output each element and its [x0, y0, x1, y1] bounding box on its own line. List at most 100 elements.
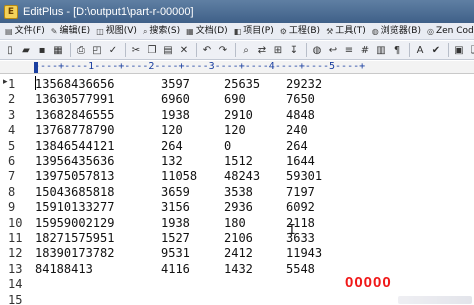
menu-item-browser[interactable]: ◍ 浏览器(B)	[369, 24, 424, 39]
up-flow-cell: 9531	[161, 246, 190, 261]
word-wrap-icon[interactable]: ↩	[326, 43, 340, 57]
goto-icon[interactable]: ↧	[287, 43, 301, 57]
phone-number-cell: 13768778790	[35, 123, 115, 138]
tools-icon: ⚒	[326, 26, 334, 36]
menu-item-label: 工具(T)	[335, 25, 366, 36]
sum-flow-cell: 7650	[286, 92, 315, 107]
save-icon[interactable]: ▪	[35, 43, 49, 57]
spell-check-icon[interactable]: ✓	[106, 43, 120, 57]
line-number: 3	[8, 107, 16, 122]
editor-area[interactable]: ▸ 1 2 3 4 5 6 7 8 9 10 11 12 13 14 15 I 13568436656 359…	[0, 75, 474, 305]
file-icon: ▤	[5, 26, 13, 36]
toolbar-separator	[235, 43, 236, 57]
menu-item-document[interactable]: ▦ 文档(D)	[183, 24, 231, 39]
cut-icon[interactable]: ✂	[129, 43, 143, 57]
up-flow-cell: 11058	[161, 169, 198, 184]
menu-item-project[interactable]: ◧ 项目(P)	[231, 24, 277, 39]
line-number-gutter: ▸ 1 2 3 4 5 6 7 8 9 10 11 12 13 14 15	[0, 75, 32, 305]
sum-flow-cell: 59301	[286, 169, 323, 184]
line-number: 2	[8, 92, 16, 107]
up-flow-cell: 6960	[161, 92, 190, 107]
open-icon[interactable]: ▰	[19, 43, 33, 57]
find-in-files-icon[interactable]: ⊞	[271, 43, 285, 57]
menu-item-label: 文档(D)	[195, 25, 228, 36]
menu-item-label: 搜索(S)	[149, 25, 181, 36]
browser-icon: ◍	[371, 26, 379, 36]
check-icon[interactable]: ✔	[429, 43, 443, 57]
sum-flow-cell: 6092	[286, 200, 315, 215]
up-flow-cell: 1938	[161, 215, 190, 230]
line-number: 14	[8, 277, 23, 292]
menu-item-tools[interactable]: ⚒ 工具(T)	[323, 24, 369, 39]
phone-number-cell: 13975057813	[35, 169, 115, 184]
print-icon[interactable]: ⎙	[74, 43, 88, 57]
replace-icon[interactable]: ⇄	[255, 43, 269, 57]
phone-number-cell: 13630577991	[35, 92, 115, 107]
down-flow-cell: 0	[224, 138, 232, 153]
menu-item-build[interactable]: ⚙ 工程(B)	[277, 24, 323, 39]
phone-number-cell: 18390173782	[35, 246, 115, 261]
project-icon: ◧	[233, 26, 242, 36]
down-flow-cell: 1512	[224, 154, 253, 168]
sum-flow-cell: 2118	[286, 215, 315, 230]
down-flow-cell: 48243	[224, 169, 261, 184]
line-number: 10	[8, 215, 23, 230]
menu-item-edit[interactable]: ✎ 编辑(E)	[48, 24, 93, 39]
phone-number-cell: 18271575951	[35, 231, 115, 245]
menu-item-label: 视图(V)	[105, 25, 137, 36]
up-flow-cell: 3597	[161, 77, 190, 91]
menu-item-view[interactable]: ◫ 视图(V)	[93, 24, 140, 39]
copy-icon[interactable]: ❐	[145, 43, 159, 57]
font-icon[interactable]: A	[413, 43, 427, 57]
search-icon: ⌕	[142, 26, 148, 36]
menu-item-zen[interactable]: ◎Zen Coding(Z)	[424, 24, 474, 39]
down-flow-cell: 25635	[224, 77, 261, 91]
sum-flow-cell: 11943	[286, 246, 323, 261]
line-number: 6	[8, 154, 16, 168]
line-numbers-icon[interactable]: #	[358, 43, 372, 57]
undo-icon[interactable]: ↶	[200, 43, 214, 57]
find-icon[interactable]: ⌕	[239, 43, 253, 57]
show-ruler-icon[interactable]: ≡	[342, 43, 356, 57]
sum-flow-cell: 240	[286, 123, 308, 138]
up-flow-cell: 132	[161, 154, 183, 168]
whitespace-icon[interactable]: ¶	[390, 43, 404, 57]
sum-flow-cell: 1644	[286, 154, 315, 168]
menu-item-label: 浏览器(B)	[380, 25, 421, 36]
browser-preview-icon[interactable]: ◍	[310, 43, 324, 57]
view-icon: ◫	[96, 26, 104, 36]
tile-icon[interactable]: ▣	[452, 43, 466, 57]
delete-icon[interactable]: ✕	[177, 43, 191, 57]
phone-number-cell: 13568436656	[35, 77, 115, 91]
save-all-icon[interactable]: ▦	[51, 43, 65, 57]
toolbar-separator	[125, 43, 126, 57]
sum-flow-cell: 5548	[286, 261, 315, 276]
menu-item-search[interactable]: ⌕ 搜索(S)	[140, 24, 183, 39]
up-flow-cell: 264	[161, 138, 183, 153]
line-number: 15	[8, 292, 23, 305]
editplus-app-icon[interactable]: E	[4, 4, 18, 19]
toolbar: ▯▰▪▦⎙◰✓✂❐▤✕↶↷⌕⇄⊞↧◍↩≡#▥¶A✔▣❏◧▤▭	[0, 41, 474, 60]
paste-icon[interactable]: ▤	[161, 43, 175, 57]
column-select-icon[interactable]: ▥	[374, 43, 388, 57]
menu-item-label: 文件(F)	[14, 25, 45, 36]
up-flow-cell: 1938	[161, 107, 190, 122]
phone-number-cell: 15043685818	[35, 184, 115, 199]
redo-icon[interactable]: ↷	[216, 43, 230, 57]
new-file-icon[interactable]: ▯	[3, 43, 17, 57]
toolbar-separator	[70, 43, 71, 57]
line-number: 7	[8, 169, 16, 184]
print-preview-icon[interactable]: ◰	[90, 43, 104, 57]
edit-icon: ✎	[50, 26, 58, 36]
line-number: 9	[8, 200, 16, 215]
phone-number-cell: 13956435636	[35, 154, 115, 168]
down-flow-cell: 2910	[224, 107, 253, 122]
down-flow-cell: 180	[224, 215, 246, 230]
down-flow-cell: 2106	[224, 231, 253, 245]
cascade-icon[interactable]: ❏	[468, 43, 474, 57]
menu-bar: ▤ 文件(F) ✎ 编辑(E) ◫ 视图(V) ⌕ 搜索(S) ▦ 文档(D) ◧ 项目(P) ⚙ 工程(…	[0, 23, 474, 40]
red-annotation-text: 00000	[345, 274, 392, 291]
menu-item-file[interactable]: ▤ 文件(F)	[2, 24, 48, 39]
sum-flow-cell: 4848	[286, 107, 315, 122]
window-title: EditPlus - [D:\output1\part-r-00000]	[23, 5, 194, 18]
